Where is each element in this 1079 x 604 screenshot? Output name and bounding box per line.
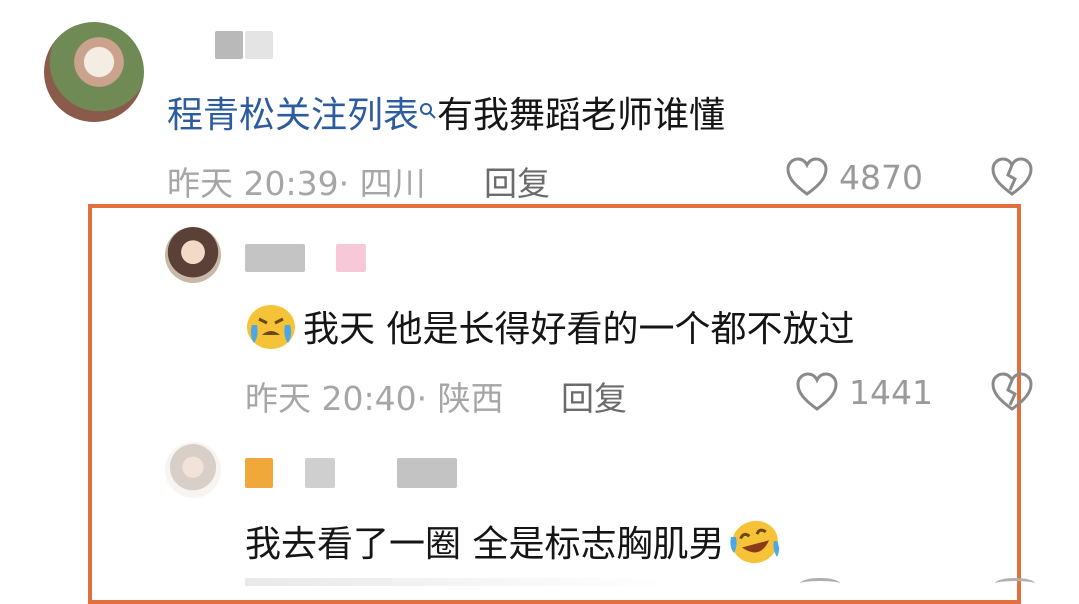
next-row-partial	[245, 578, 665, 586]
comment-location: 陕西	[437, 379, 504, 418]
avatar[interactable]	[44, 22, 144, 122]
comment-meta: 昨天 20:40· 陕西	[245, 379, 504, 418]
username-blurred	[245, 31, 273, 59]
comment-text: 我天 他是长得好看的一个都不放过	[303, 309, 855, 350]
heart-icon	[800, 578, 840, 589]
crying-emoji-icon	[245, 303, 297, 360]
avatar[interactable]	[165, 227, 221, 283]
like-button[interactable]: 4870	[785, 157, 923, 197]
search-icon[interactable]	[419, 88, 437, 129]
broken-heart-icon	[995, 578, 1035, 589]
comment-meta: 昨天 20:39· 四川	[167, 164, 426, 203]
broken-heart-icon	[991, 157, 1033, 196]
heart-icon	[786, 157, 828, 196]
like-button[interactable]: 1441	[795, 372, 933, 412]
comment-time: 昨天 20:40	[245, 379, 417, 418]
username-blurred[interactable]	[215, 31, 243, 59]
like-count: 1441	[849, 372, 933, 412]
comment-text: 有我舞蹈老师谁懂	[437, 95, 726, 136]
dislike-button[interactable]	[990, 372, 1034, 416]
comment-body: 我去看了一圈 全是标志胸肌男	[245, 515, 782, 576]
comment-text: 我去看了一圈 全是标志胸肌男	[245, 524, 725, 565]
dislike-button[interactable]	[990, 157, 1034, 201]
like-count: 4870	[839, 157, 923, 197]
username-badge-blurred	[245, 458, 273, 488]
comment-location: 四川	[359, 164, 426, 203]
username-blurred[interactable]	[305, 458, 335, 488]
heart-icon	[796, 372, 838, 411]
mention-link[interactable]: 程青松关注列表	[167, 95, 419, 136]
comment-body: 程青松关注列表 有我舞蹈老师谁懂	[167, 86, 725, 138]
comment-body: 我天 他是长得好看的一个都不放过	[245, 300, 854, 360]
avatar[interactable]	[165, 442, 221, 498]
reply-button[interactable]: 回复	[484, 157, 550, 205]
reply-button[interactable]: 回复	[561, 372, 627, 420]
username-badge-blurred	[336, 244, 366, 272]
username-blurred	[397, 458, 457, 488]
broken-heart-icon	[991, 372, 1033, 411]
laughing-crying-emoji-icon	[728, 517, 782, 576]
username-blurred[interactable]	[245, 244, 305, 272]
comment-time: 昨天 20:39	[167, 164, 339, 203]
